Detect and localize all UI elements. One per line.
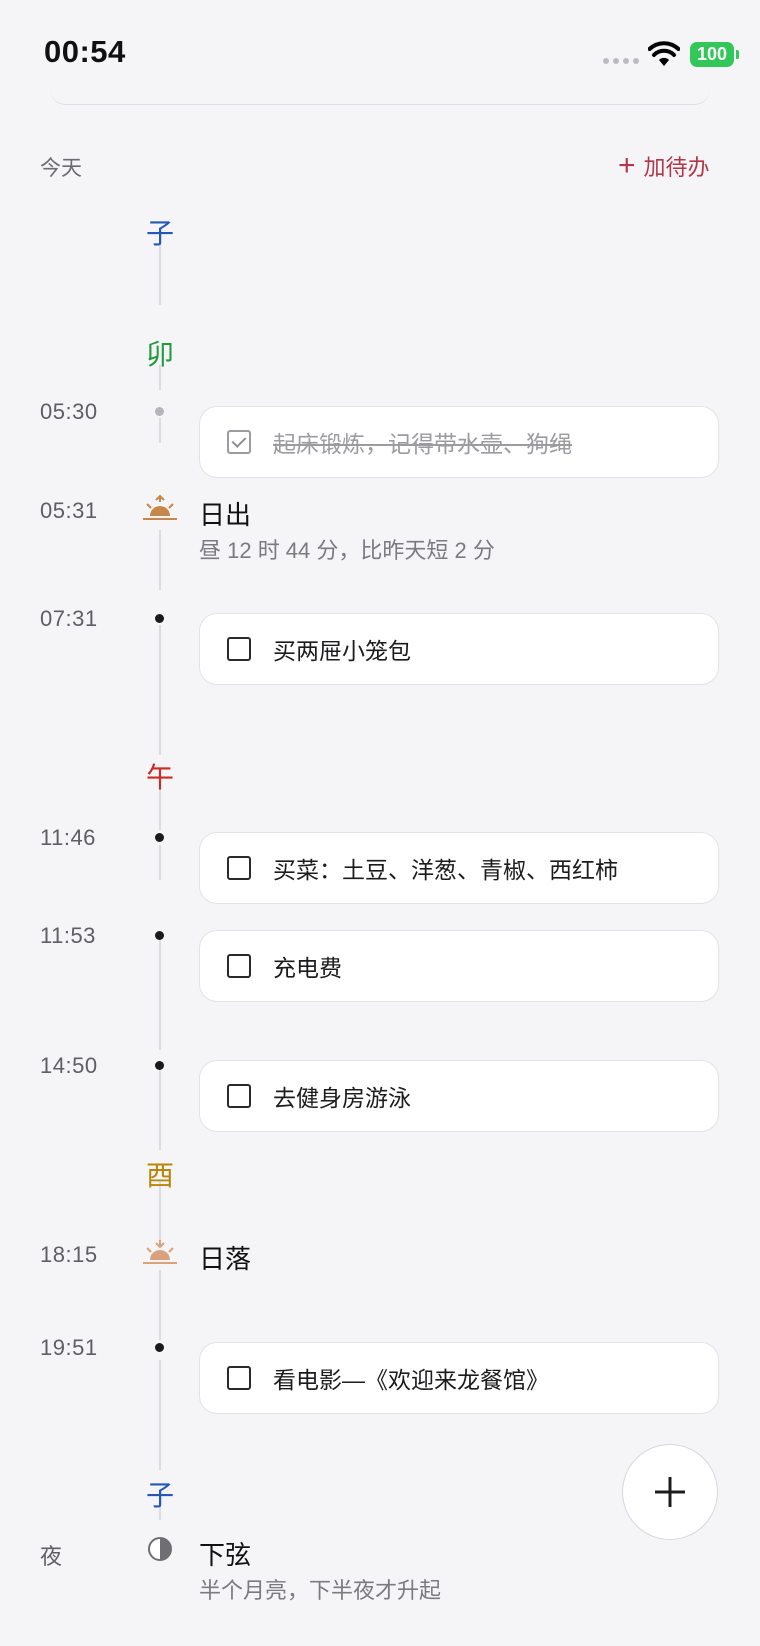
todo-time: 05:30: [40, 399, 98, 424]
checkbox-checked[interactable]: [227, 430, 251, 454]
shichen-mao: 卯: [146, 339, 175, 370]
todo-text: 起床锻炼，记得带水壶、狗绳: [273, 431, 572, 457]
half-moon-icon: [148, 1537, 172, 1561]
sunrise-title: 日出: [199, 500, 252, 530]
todo-text: 看电影—《欢迎来龙餐馆》: [273, 1367, 549, 1393]
checkbox[interactable]: [227, 954, 251, 978]
timeline-dot: [155, 1061, 164, 1070]
todo-card[interactable]: 看电影—《欢迎来龙餐馆》: [199, 1342, 719, 1414]
timeline-dot: [155, 614, 164, 623]
timeline-dot: [155, 931, 164, 940]
battery-tip: [736, 50, 739, 59]
timeline-line: [159, 418, 161, 443]
timeline-line: [159, 940, 161, 1050]
timeline-dot: [155, 1343, 164, 1352]
section-label-today: 今天: [40, 157, 82, 180]
todo-card[interactable]: 买菜：土豆、洋葱、青椒、西红柿: [199, 832, 719, 904]
timeline-line: [159, 1360, 161, 1470]
moon-time: 夜: [40, 1544, 63, 1569]
battery-indicator: 100: [690, 42, 734, 67]
timeline-dot: [155, 407, 164, 416]
status-clock: 00:54: [44, 34, 126, 69]
sunrise-icon: [143, 494, 177, 520]
sunrise-time: 05:31: [40, 498, 98, 523]
plus-icon: [655, 1477, 685, 1507]
todo-time: 11:46: [40, 825, 96, 850]
checkbox[interactable]: [227, 856, 251, 880]
sunrise-subtitle: 昼 12 时 44 分，比昨天短 2 分: [199, 538, 495, 563]
shichen-zi: 子: [146, 218, 175, 249]
wifi-icon: [648, 41, 680, 66]
timeline-line: [159, 1270, 161, 1340]
shichen-you: 酉: [146, 1160, 175, 1191]
cellular-signal-icon: [603, 58, 639, 64]
sunset-time: 18:15: [40, 1242, 98, 1267]
todo-time: 07:31: [40, 606, 98, 631]
todo-text: 去健身房游泳: [273, 1085, 411, 1111]
todo-time: 11:53: [40, 923, 96, 948]
todo-card[interactable]: 去健身房游泳: [199, 1060, 719, 1132]
timeline-line: [159, 1070, 161, 1150]
todo-text: 买两屉小笼包: [273, 638, 411, 664]
todo-text: 买菜：土豆、洋葱、青椒、西红柿: [273, 857, 618, 883]
shichen-wu: 午: [146, 762, 175, 793]
collapsed-card-edge: [50, 88, 710, 105]
todo-time: 19:51: [40, 1335, 98, 1360]
todo-text: 充电费: [273, 955, 342, 981]
timeline-line: [159, 790, 161, 830]
add-todo-button[interactable]: + 加待办: [618, 150, 710, 182]
todo-card[interactable]: 起床锻炼，记得带水壶、狗绳: [199, 406, 719, 478]
add-fab-button[interactable]: [622, 1444, 718, 1540]
sunset-icon: [143, 1240, 177, 1264]
plus-icon: +: [618, 149, 636, 182]
add-todo-label: 加待办: [643, 155, 710, 180]
timeline-dot: [155, 833, 164, 842]
checkbox[interactable]: [227, 1084, 251, 1108]
moon-subtitle: 半个月亮，下半夜才升起: [199, 1578, 442, 1603]
timeline-line: [159, 625, 161, 755]
sunset-title: 日落: [199, 1244, 252, 1274]
battery-level: 100: [696, 44, 728, 64]
todo-card[interactable]: 买两屉小笼包: [199, 613, 719, 685]
checkbox[interactable]: [227, 1366, 251, 1390]
moon-title: 下弦: [199, 1540, 252, 1570]
timeline-line: [159, 530, 161, 590]
timeline-line: [159, 845, 161, 880]
timeline-line: [159, 245, 161, 305]
todo-card[interactable]: 充电费: [199, 930, 719, 1002]
shichen-zi-night: 子: [146, 1480, 175, 1511]
todo-time: 14:50: [40, 1053, 98, 1078]
checkbox[interactable]: [227, 637, 251, 661]
